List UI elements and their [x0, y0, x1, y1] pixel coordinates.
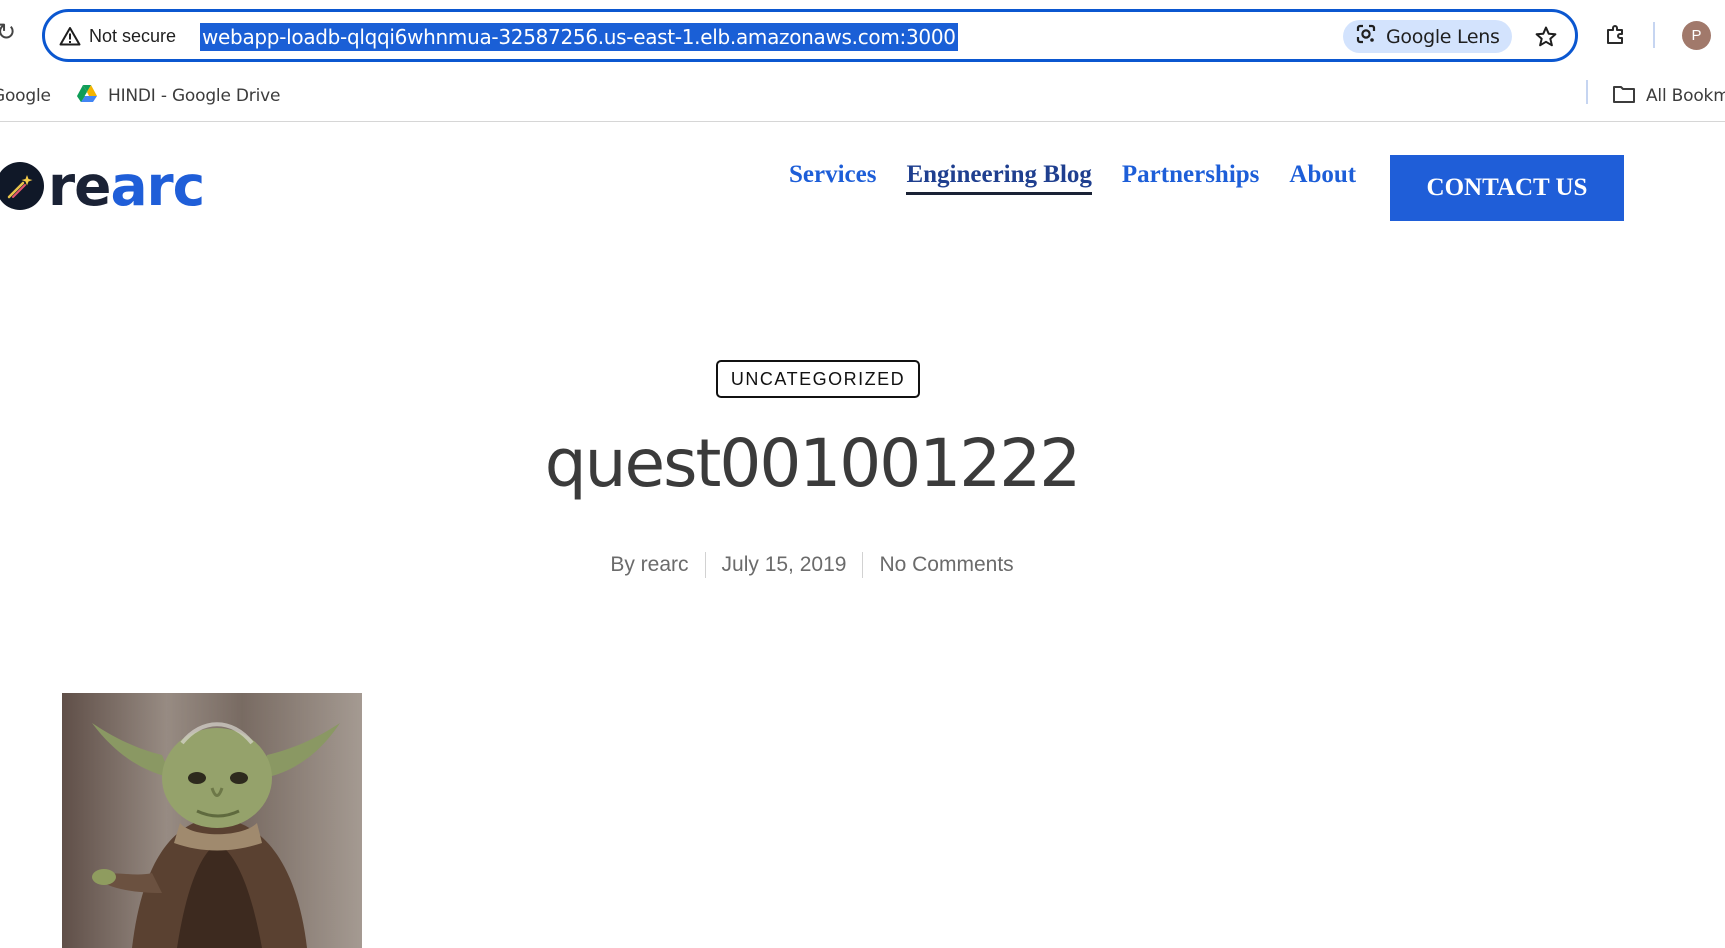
rearc-logo[interactable]: rearc: [0, 156, 205, 216]
security-indicator[interactable]: Not secure: [59, 22, 176, 50]
logo-text-arc: arc: [110, 153, 205, 218]
category-badge[interactable]: UNCATEGORIZED: [716, 360, 920, 398]
bookmarks-divider: [1586, 80, 1588, 104]
address-bar[interactable]: Not secure webapp-loadb-qlqqi6whnmua-325…: [42, 9, 1578, 62]
all-bookmarks[interactable]: All Bookmarks: [1612, 82, 1725, 110]
post-meta: By rearc July 15, 2019 No Comments: [0, 552, 1624, 578]
main-nav: Services Engineering Blog Partnerships A…: [789, 148, 1356, 208]
bookmarks-bar: Google HINDI - Google Drive All Bookmark…: [0, 70, 1725, 122]
toolbar-divider: [1653, 22, 1655, 48]
browser-toolbar: ↻ Not secure webapp-loadb-qlqqi6whnmua-3…: [0, 0, 1725, 70]
post-title: quest001001222: [544, 425, 1082, 502]
lens-label: Google Lens: [1386, 25, 1500, 48]
google-drive-icon: [76, 84, 98, 109]
lens-icon: [1355, 23, 1377, 50]
featured-image-yoda: [62, 693, 362, 948]
bookmark-label: Google: [0, 86, 51, 106]
post-date[interactable]: July 15, 2019: [706, 553, 863, 577]
bookmark-label: HINDI - Google Drive: [108, 86, 281, 106]
warning-icon: [59, 26, 81, 46]
logo-mark-icon: [0, 162, 44, 210]
site-header: rearc Services Engineering Blog Partners…: [0, 122, 1725, 252]
logo-wordmark: rearc: [48, 158, 205, 214]
bookmark-google[interactable]: Google: [0, 82, 51, 110]
url-text[interactable]: webapp-loadb-qlqqi6whnmua-32587256.us-ea…: [200, 23, 958, 51]
bookmark-star-icon[interactable]: [1531, 22, 1561, 52]
google-lens-button[interactable]: Google Lens: [1343, 20, 1512, 53]
nav-engineering-blog[interactable]: Engineering Blog: [906, 161, 1092, 195]
folder-icon: [1612, 84, 1636, 109]
nav-services[interactable]: Services: [789, 161, 876, 195]
bookmark-hindi-drive[interactable]: HINDI - Google Drive: [76, 82, 280, 110]
post-author[interactable]: By rearc: [594, 553, 704, 577]
profile-avatar[interactable]: P: [1682, 21, 1711, 50]
contact-us-button[interactable]: CONTACT US: [1390, 155, 1624, 221]
logo-text-re: re: [48, 153, 111, 218]
nav-about[interactable]: About: [1289, 161, 1356, 195]
nav-partnerships[interactable]: Partnerships: [1122, 161, 1260, 195]
security-label: Not secure: [89, 25, 177, 46]
extensions-icon[interactable]: [1601, 20, 1631, 50]
reload-icon[interactable]: ↻: [0, 20, 18, 44]
post-comments[interactable]: No Comments: [863, 553, 1029, 577]
all-bookmarks-label: All Bookmarks: [1646, 86, 1725, 106]
